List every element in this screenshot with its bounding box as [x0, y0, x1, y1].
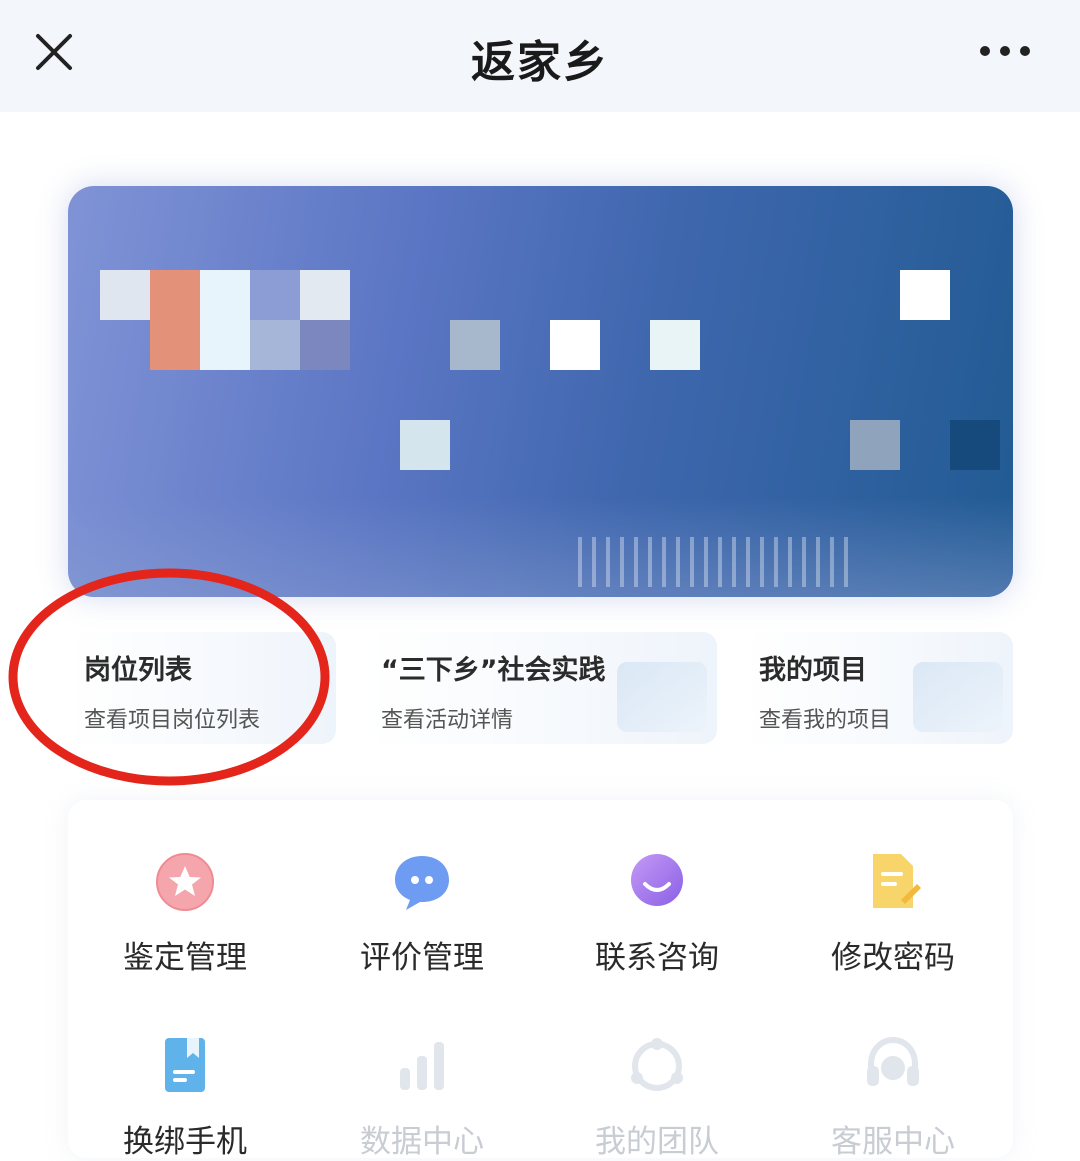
- card-subtitle: 查看项目岗位列表: [84, 708, 261, 733]
- menu-item-label: 评价管理: [360, 940, 484, 976]
- bar-chart-icon: [400, 1042, 444, 1090]
- card-my-projects[interactable]: 我的项目 查看我的项目: [743, 632, 1013, 744]
- headset-icon: [867, 1036, 919, 1086]
- pixel-block: [250, 320, 300, 370]
- pixel-block: [250, 270, 300, 320]
- card-title: “三下乡”社会实践: [381, 655, 606, 686]
- pixel-block: [400, 420, 450, 470]
- card-social-practice[interactable]: “三下乡”社会实践 查看活动详情: [365, 632, 717, 744]
- pixel-block: [450, 320, 500, 370]
- menu-item-my-team[interactable]: 我的团队: [557, 1034, 757, 1161]
- menu-item-label: 换绑手机: [123, 1124, 247, 1160]
- card-subtitle: 查看我的项目: [759, 708, 892, 733]
- menu-item-customer-service[interactable]: 客服中心: [793, 1034, 993, 1161]
- book-icon: [165, 1038, 205, 1092]
- menu-item-label: 联系咨询: [595, 940, 719, 976]
- menu-item-rebind-phone[interactable]: 换绑手机: [85, 1034, 285, 1161]
- chat-bubble-icon: [395, 856, 449, 910]
- banner-shade: [68, 497, 1013, 597]
- more-dots-icon[interactable]: [975, 36, 1035, 66]
- pixel-block: [150, 270, 200, 370]
- banner-image[interactable]: [68, 186, 1013, 597]
- card-subtitle: 查看活动详情: [381, 708, 514, 733]
- smile-icon: [631, 854, 683, 906]
- menu-item-label: 我的团队: [595, 1124, 719, 1160]
- menu-item-change-password[interactable]: 修改密码: [793, 850, 993, 977]
- pixel-block: [550, 320, 600, 370]
- pixel-block: [950, 420, 1000, 470]
- card-illustration: [617, 662, 707, 732]
- pixel-block: [300, 320, 350, 370]
- page-title: 返家乡: [471, 37, 609, 88]
- menu-item-data-center[interactable]: 数据中心: [322, 1034, 522, 1161]
- menu-item-label: 鉴定管理: [123, 940, 247, 976]
- star-badge-icon: [156, 853, 214, 911]
- pixel-block: [850, 420, 900, 470]
- pixel-block: [100, 270, 150, 320]
- pixel-block: [900, 270, 950, 320]
- menu-item-label: 数据中心: [360, 1124, 484, 1160]
- edit-document-icon: [873, 854, 921, 908]
- card-illustration: [913, 662, 1003, 732]
- menu-item-label: 客服中心: [831, 1124, 955, 1160]
- top-bar: 返家乡: [0, 0, 1080, 112]
- card-job-list[interactable]: 岗位列表 查看项目岗位列表: [68, 632, 336, 744]
- card-title: 岗位列表: [84, 655, 192, 686]
- pixel-block: [300, 270, 350, 320]
- menu-item-consult[interactable]: 联系咨询: [557, 850, 757, 977]
- menu-item-label: 修改密码: [831, 940, 955, 976]
- card-title: 我的项目: [759, 655, 867, 686]
- menu-item-evaluation[interactable]: 评价管理: [322, 850, 522, 977]
- pixel-block: [200, 270, 250, 370]
- team-icon: [631, 1038, 683, 1091]
- pixel-block: [650, 320, 700, 370]
- menu-item-appraisal[interactable]: 鉴定管理: [85, 850, 285, 977]
- banner-stripe: [578, 537, 848, 587]
